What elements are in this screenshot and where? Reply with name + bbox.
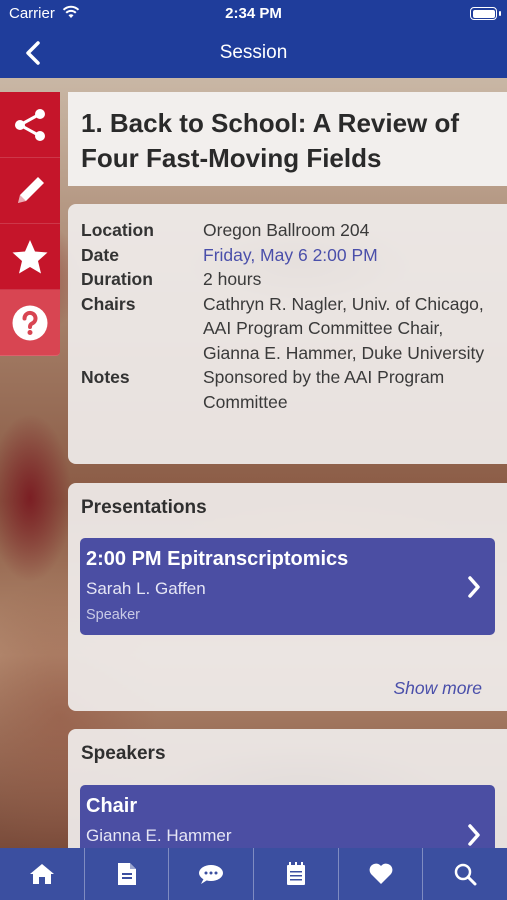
clock: 2:34 PM <box>225 5 282 22</box>
tab-search[interactable] <box>423 848 507 900</box>
presentations-heading: Presentations <box>81 497 207 518</box>
side-action-bar <box>0 92 60 356</box>
presentation-title: 2:00 PM Epitranscriptomics <box>86 548 349 570</box>
detail-label: Location <box>81 220 154 240</box>
document-icon <box>117 863 136 885</box>
presentation-role: Speaker <box>86 607 141 623</box>
tab-messages[interactable] <box>169 848 255 900</box>
show-more-link[interactable]: Show more <box>393 678 482 699</box>
tab-home[interactable] <box>0 848 85 900</box>
tab-documents[interactable] <box>85 848 170 900</box>
chevron-right-icon <box>468 824 480 846</box>
date-link[interactable]: Friday, May 6 2:00 PM <box>203 243 495 268</box>
navigation-bar: Session <box>0 28 507 78</box>
chevron-right-icon <box>468 576 480 598</box>
tab-bar <box>0 848 507 900</box>
home-icon <box>29 864 54 884</box>
speakers-heading: Speakers <box>81 743 166 764</box>
presentations-card: Presentations 2:00 PM Epitranscriptomics… <box>68 483 507 711</box>
search-icon <box>454 863 477 886</box>
chat-icon <box>199 865 224 884</box>
speaker-role: Chair <box>86 795 138 817</box>
detail-value: Sponsored by the AAI Program Committee <box>203 367 445 412</box>
battery-icon <box>470 7 501 20</box>
pencil-icon <box>18 176 44 203</box>
speaker-item[interactable]: Chair Gianna E. Hammer <box>80 785 495 855</box>
status-bar: Carrier 2:34 PM <box>0 0 507 28</box>
session-title: 1. Back to School: A Review of Four Fast… <box>81 108 460 173</box>
detail-row-location: Location Oregon Ballroom 204 <box>81 218 495 243</box>
detail-label: Chairs <box>81 293 136 314</box>
help-button[interactable] <box>0 290 60 356</box>
detail-value: Oregon Ballroom 204 <box>203 220 370 240</box>
presentation-speaker: Sarah L. Gaffen <box>86 579 206 598</box>
presentation-item[interactable]: 2:00 PM Epitranscriptomics Sarah L. Gaff… <box>80 538 495 635</box>
star-icon <box>12 239 48 273</box>
share-icon <box>15 108 45 141</box>
note-button[interactable] <box>0 158 60 224</box>
detail-value: 2 hours <box>203 269 262 289</box>
favorite-button[interactable] <box>0 224 60 290</box>
question-icon <box>12 305 48 340</box>
detail-row-chairs: Chairs Cathryn R. Nagler, Univ. of Chica… <box>81 292 495 366</box>
detail-row-notes: Notes Sponsored by the AAI Program Commi… <box>81 365 495 414</box>
tab-notes[interactable] <box>254 848 339 900</box>
detail-label: Date <box>81 244 119 265</box>
detail-label: Duration <box>81 269 153 289</box>
detail-value: Cathryn R. Nagler, Univ. of Chicago, AAI… <box>203 293 485 363</box>
notepad-icon <box>286 862 305 885</box>
session-details-card: Location Oregon Ballroom 204 Date Friday… <box>68 204 507 464</box>
tab-favorites[interactable] <box>339 848 424 900</box>
detail-row-duration: Duration 2 hours <box>81 267 495 292</box>
heart-icon <box>369 863 392 884</box>
detail-label: Notes <box>81 367 130 387</box>
session-title-card: 1. Back to School: A Review of Four Fast… <box>68 92 507 186</box>
share-button[interactable] <box>0 92 60 158</box>
speaker-name: Gianna E. Hammer <box>86 826 232 845</box>
detail-row-date: Date Friday, May 6 2:00 PM <box>81 243 495 268</box>
page-title: Session <box>219 42 288 63</box>
